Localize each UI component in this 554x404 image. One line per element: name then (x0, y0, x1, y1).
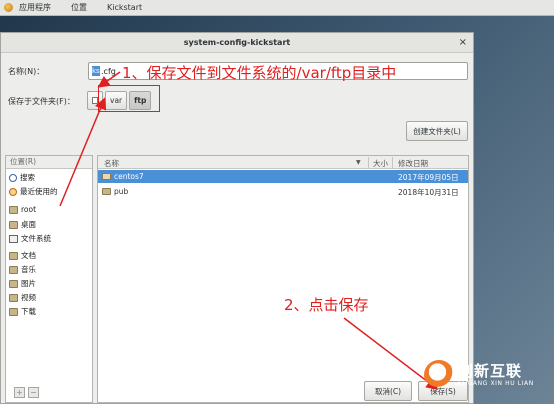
folder-icon (9, 251, 18, 260)
create-folder-button[interactable]: 创建文件夹(L) (406, 121, 468, 141)
file-row[interactable]: pub 2018年10月31日 (98, 185, 468, 198)
folder-icon (102, 173, 111, 180)
sort-chevron-down-icon: ▼ (356, 159, 361, 166)
annotation-step2: 2、点击保存 (284, 296, 369, 314)
place-label: 视频 (21, 293, 36, 302)
place-recent[interactable]: 最近使用的 (9, 186, 58, 197)
column-separator (368, 157, 369, 168)
folder-icon (9, 307, 18, 316)
place-label: 桌面 (21, 220, 36, 229)
menu-kickstart[interactable]: Kickstart (107, 3, 142, 12)
cancel-button[interactable]: 取消(C) (364, 381, 412, 401)
place-label: 文档 (21, 251, 36, 260)
dialog-titlebar[interactable]: system-config-kickstart × (1, 33, 473, 53)
file-modified: 2018年10月31日 (398, 188, 459, 197)
place-label: 搜索 (20, 173, 35, 182)
save-dialog: system-config-kickstart × 名称(N)： ks .cfg… (0, 32, 474, 404)
place-search[interactable]: 搜索 (9, 172, 35, 183)
file-name: pub (114, 187, 129, 196)
search-icon (9, 173, 17, 182)
place-downloads[interactable]: 下载 (9, 306, 36, 317)
place-videos[interactable]: 视频 (9, 292, 36, 303)
column-size[interactable]: 大小 (373, 158, 388, 169)
filename-rest-text: .cfg (101, 67, 116, 76)
place-label: 下载 (21, 307, 36, 316)
file-list: 名称 ▼ 大小 修改日期 centos7 2017年09月05日 pub 201… (97, 155, 469, 403)
filename-selected-text: ks (92, 67, 100, 75)
places-header[interactable]: 位置(R) (6, 156, 92, 169)
file-list-header: 名称 ▼ 大小 修改日期 (98, 156, 468, 169)
places-sidebar: 位置(R) 搜索 最近使用的 root 桌面 文件系统 文档 音乐 图片 视频 … (5, 155, 93, 403)
menu-applications[interactable]: 应用程序 (19, 2, 51, 13)
name-label: 名称(N)： (8, 67, 45, 76)
annotation-step1: 1、保存文件到文件系统的/var/ftp目录中 (122, 64, 397, 82)
place-label: 音乐 (21, 265, 36, 274)
save-in-label: 保存于文件夹(F)： (8, 97, 75, 106)
column-separator (392, 157, 393, 168)
place-documents[interactable]: 文档 (9, 250, 36, 261)
close-icon[interactable]: × (459, 37, 467, 48)
watermark-cn: 创新互联 (458, 362, 523, 380)
watermark-en: CHUANG XIN HU LIAN (458, 380, 534, 387)
place-label: root (21, 205, 37, 214)
place-label: 最近使用的 (20, 187, 58, 196)
column-name[interactable]: 名称 (104, 158, 119, 169)
remove-place-button[interactable]: − (28, 387, 39, 398)
file-row[interactable]: centos7 2017年09月05日 (98, 170, 468, 183)
place-desktop[interactable]: 桌面 (9, 219, 36, 230)
place-music[interactable]: 音乐 (9, 264, 36, 275)
folder-icon (9, 205, 18, 214)
dialog-title: system-config-kickstart (183, 38, 291, 47)
applications-icon (4, 3, 13, 12)
folder-icon (9, 265, 18, 274)
folder-icon (9, 293, 18, 302)
place-label: 图片 (21, 279, 36, 288)
folder-icon (9, 220, 18, 229)
file-modified: 2017年09月05日 (398, 173, 459, 182)
place-filesystem[interactable]: 文件系统 (9, 233, 51, 244)
filesystem-icon (9, 234, 18, 243)
brand-logo-icon (424, 360, 454, 390)
place-pictures[interactable]: 图片 (9, 278, 36, 289)
menu-places[interactable]: 位置 (71, 2, 87, 13)
file-name: centos7 (114, 172, 144, 181)
column-modified[interactable]: 修改日期 (398, 158, 428, 169)
add-place-button[interactable]: + (14, 387, 25, 398)
place-root[interactable]: root (9, 205, 36, 214)
recent-icon (9, 187, 17, 196)
top-panel: 应用程序 位置 Kickstart (0, 0, 554, 16)
watermark: 创新互联 CHUANG XIN HU LIAN (424, 356, 554, 400)
place-label: 文件系统 (21, 234, 51, 243)
annotation-highlight-path (98, 85, 160, 112)
folder-icon (9, 279, 18, 288)
folder-icon (102, 188, 111, 195)
